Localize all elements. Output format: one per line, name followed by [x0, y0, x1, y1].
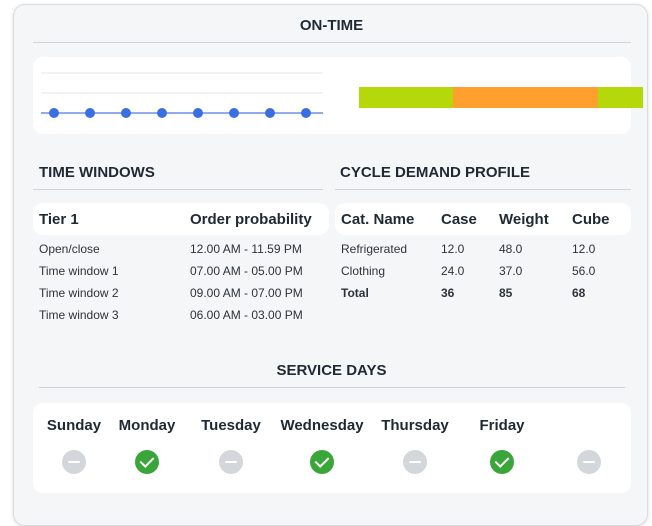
on-time-dot-line [41, 72, 323, 118]
day-label: Monday [118, 417, 176, 434]
time-window-row: Open/close 12.00 AM - 11.59 PM [39, 242, 302, 256]
on-time-stacked-bar [359, 87, 643, 108]
on-time-dot [121, 108, 131, 118]
time-window-name: Open/close [39, 242, 100, 256]
case-cell: 24.0 [441, 264, 465, 278]
service-days-card: Sunday Monday Tuesday Wednesday Thursday Frid… [33, 403, 631, 493]
day-label: Wednesday [280, 417, 364, 434]
cycle-demand-header: Cat. Name Case Weight Cube [335, 203, 631, 235]
cat-name-cell: Refrigerated [341, 242, 408, 256]
on-time-dot [193, 108, 203, 118]
cube-column-header: Cube [572, 210, 610, 228]
time-window-value: 07.00 AM - 05.00 PM [190, 264, 303, 278]
time-window-name: Time window 3 [39, 308, 119, 322]
time-window-value: 06.00 AM - 03.00 PM [190, 308, 303, 322]
cube-cell: 68 [572, 286, 586, 300]
on-time-chart-card [33, 57, 643, 134]
cat-name-cell: Clothing [341, 264, 386, 278]
on-time-panel: ON-TIME TIME WINDOWS Tier 1 Order probab… [13, 4, 648, 526]
cycle-demand-title: CYCLE DEMAND PROFILE [340, 164, 531, 181]
bar-segment [452, 87, 598, 108]
on-time-dot [301, 108, 311, 118]
on-time-dot [85, 108, 95, 118]
minus-circle-icon[interactable] [219, 450, 243, 474]
time-windows-title: TIME WINDOWS [39, 164, 155, 181]
order-probability-column-header: Order probability [190, 210, 312, 228]
check-circle-icon[interactable] [310, 450, 334, 474]
on-time-dot [49, 108, 59, 118]
time-windows-header: Tier 1 Order probability [33, 203, 329, 235]
weight-cell: 48.0 [499, 242, 523, 256]
on-time-dot [157, 108, 167, 118]
time-window-value: 09.00 AM - 07.00 PM [190, 286, 303, 300]
time-window-value: 12.00 AM - 11.59 PM [190, 242, 302, 256]
bar-segment [597, 87, 643, 108]
on-time-dot [229, 108, 239, 118]
bar-segment [359, 87, 453, 108]
cube-cell: 12.0 [572, 242, 596, 256]
time-window-row: Time window 3 06.00 AM - 03.00 PM [39, 308, 303, 322]
time-window-row: Time window 1 07.00 AM - 05.00 PM [39, 264, 303, 278]
day-label: Thursday [381, 417, 449, 434]
minus-circle-icon[interactable] [577, 450, 601, 474]
service-days-title: SERVICE DAYS [276, 362, 387, 379]
on-time-dot [265, 108, 275, 118]
time-window-name: Time window 1 [39, 264, 119, 278]
case-cell: 12.0 [441, 242, 465, 256]
tier-column-header: Tier 1 [39, 210, 79, 228]
cube-cell: 56.0 [572, 264, 596, 278]
case-cell: 36 [441, 286, 455, 300]
time-windows-divider [33, 189, 323, 190]
weight-cell: 85 [499, 286, 513, 300]
weight-cell: 37.0 [499, 264, 523, 278]
on-time-title: ON-TIME [299, 17, 364, 34]
time-window-name: Time window 2 [39, 286, 119, 300]
case-column-header: Case [441, 210, 477, 228]
service-days-divider [39, 387, 625, 388]
minus-circle-icon[interactable] [62, 450, 86, 474]
day-label: Friday [479, 417, 525, 434]
cat-name-cell: Total [341, 286, 369, 300]
on-time-divider [33, 42, 631, 43]
minus-circle-icon[interactable] [403, 450, 427, 474]
day-label: Tuesday [201, 417, 261, 434]
check-circle-icon[interactable] [135, 450, 159, 474]
time-window-row: Time window 2 09.00 AM - 07.00 PM [39, 286, 303, 300]
cycle-demand-divider [335, 189, 631, 190]
cat-name-column-header: Cat. Name [341, 210, 415, 228]
weight-column-header: Weight [499, 210, 549, 228]
check-circle-icon[interactable] [490, 450, 514, 474]
